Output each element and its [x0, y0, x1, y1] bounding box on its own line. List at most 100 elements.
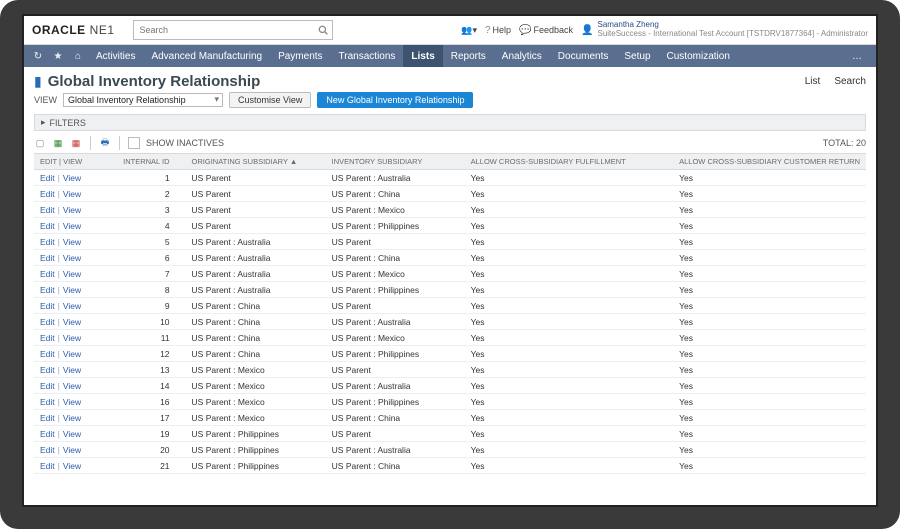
user-block[interactable]: 👤 Samantha Zheng SuiteSuccess - Internat…: [581, 21, 868, 39]
nav-more[interactable]: …: [842, 51, 872, 62]
cell-internal-id: 11: [105, 330, 186, 346]
nav-item-documents[interactable]: Documents: [550, 45, 617, 67]
view-link[interactable]: View: [63, 253, 81, 263]
help-link[interactable]: ?Help: [485, 25, 511, 36]
col-allow-return[interactable]: ALLOW CROSS-SUBSIDIARY CUSTOMER RETURN: [673, 154, 866, 170]
export-csv-icon[interactable]: ▢: [34, 138, 46, 149]
edit-link[interactable]: Edit: [40, 301, 55, 311]
filters-bar[interactable]: ▸ FILTERS: [34, 114, 866, 131]
role-switch-icon[interactable]: 👥▾: [461, 25, 477, 36]
customise-view-button[interactable]: Customise View: [229, 92, 311, 108]
edit-link[interactable]: Edit: [40, 285, 55, 295]
view-link[interactable]: View: [63, 381, 81, 391]
nav-item-lists[interactable]: Lists: [403, 45, 442, 67]
cell-allow-fulfillment: Yes: [465, 266, 674, 282]
history-icon[interactable]: ↻: [28, 51, 48, 62]
edit-link[interactable]: Edit: [40, 205, 55, 215]
table-row: Edit|View7US Parent : AustraliaUS Parent…: [34, 266, 866, 282]
cell-originating-subsidiary: US Parent : China: [186, 298, 326, 314]
view-link[interactable]: View: [63, 413, 81, 423]
edit-link[interactable]: Edit: [40, 189, 55, 199]
nav-item-analytics[interactable]: Analytics: [494, 45, 550, 67]
view-link[interactable]: View: [63, 205, 81, 215]
view-link[interactable]: View: [63, 445, 81, 455]
nav-item-payments[interactable]: Payments: [270, 45, 330, 67]
export-xls-icon[interactable]: ▦: [52, 138, 64, 149]
edit-link[interactable]: Edit: [40, 365, 55, 375]
edit-link[interactable]: Edit: [40, 269, 55, 279]
edit-link[interactable]: Edit: [40, 237, 55, 247]
cell-inventory-subsidiary: US Parent : Philippines: [326, 282, 465, 298]
nav-item-reports[interactable]: Reports: [443, 45, 494, 67]
nav-item-setup[interactable]: Setup: [616, 45, 658, 67]
view-link[interactable]: View: [63, 301, 81, 311]
nav-item-transactions[interactable]: Transactions: [331, 45, 404, 67]
view-link[interactable]: View: [63, 461, 81, 471]
edit-link[interactable]: Edit: [40, 397, 55, 407]
col-allow-fulfillment[interactable]: ALLOW CROSS-SUBSIDIARY FULFILLMENT: [465, 154, 674, 170]
edit-link[interactable]: Edit: [40, 445, 55, 455]
cell-internal-id: 3: [105, 202, 186, 218]
header-link-list[interactable]: List: [805, 76, 821, 87]
feedback-link[interactable]: 💬Feedback: [519, 25, 573, 36]
cell-allow-fulfillment: Yes: [465, 282, 674, 298]
view-link[interactable]: View: [63, 397, 81, 407]
global-search[interactable]: [133, 20, 333, 40]
cell-inventory-subsidiary: US Parent : Mexico: [326, 266, 465, 282]
col-originating-subsidiary[interactable]: ORIGINATING SUBSIDIARY ▲: [186, 154, 326, 170]
edit-link[interactable]: Edit: [40, 221, 55, 231]
edit-link[interactable]: Edit: [40, 317, 55, 327]
nav-item-customization[interactable]: Customization: [659, 45, 738, 67]
view-link[interactable]: View: [63, 429, 81, 439]
cell-internal-id: 4: [105, 218, 186, 234]
edit-link[interactable]: Edit: [40, 333, 55, 343]
header-link-search[interactable]: Search: [834, 76, 866, 87]
view-link[interactable]: View: [63, 237, 81, 247]
view-link[interactable]: View: [63, 189, 81, 199]
view-link[interactable]: View: [63, 365, 81, 375]
col-inventory-subsidiary[interactable]: INVENTORY SUBSIDIARY: [326, 154, 465, 170]
home-icon[interactable]: ⌂: [68, 51, 88, 62]
view-select[interactable]: Global Inventory Relationship: [63, 93, 223, 107]
logo: ORACLE NE1: [32, 23, 115, 37]
cell-inventory-subsidiary: US Parent : Australia: [326, 314, 465, 330]
cell-internal-id: 16: [105, 394, 186, 410]
show-inactives-checkbox[interactable]: [128, 137, 140, 149]
cell-originating-subsidiary: US Parent : Mexico: [186, 362, 326, 378]
view-link[interactable]: View: [63, 333, 81, 343]
view-link[interactable]: View: [63, 317, 81, 327]
cell-originating-subsidiary: US Parent : Philippines: [186, 426, 326, 442]
edit-link[interactable]: Edit: [40, 349, 55, 359]
page-icon: ▮: [34, 73, 42, 90]
search-input[interactable]: [138, 24, 318, 36]
edit-link[interactable]: Edit: [40, 253, 55, 263]
view-link[interactable]: View: [63, 173, 81, 183]
cell-allow-fulfillment: Yes: [465, 170, 674, 186]
col-edit[interactable]: EDIT | VIEW: [34, 154, 105, 170]
cell-allow-fulfillment: Yes: [465, 362, 674, 378]
cell-internal-id: 12: [105, 346, 186, 362]
edit-link[interactable]: Edit: [40, 429, 55, 439]
star-icon[interactable]: ★: [48, 51, 68, 62]
view-link[interactable]: View: [63, 285, 81, 295]
col-internal-id[interactable]: INTERNAL ID: [105, 154, 186, 170]
export-pdf-icon[interactable]: ▦: [70, 138, 82, 149]
cell-allow-fulfillment: Yes: [465, 442, 674, 458]
nav-item-advanced-manufacturing[interactable]: Advanced Manufacturing: [143, 45, 270, 67]
new-record-button[interactable]: New Global Inventory Relationship: [317, 92, 473, 108]
nav-item-activities[interactable]: Activities: [88, 45, 143, 67]
edit-link[interactable]: Edit: [40, 413, 55, 423]
edit-link[interactable]: Edit: [40, 381, 55, 391]
view-link[interactable]: View: [63, 221, 81, 231]
feedback-label: Feedback: [534, 25, 574, 35]
print-icon[interactable]: 🖶: [99, 135, 111, 151]
cell-inventory-subsidiary: US Parent : Mexico: [326, 330, 465, 346]
edit-link[interactable]: Edit: [40, 173, 55, 183]
view-link[interactable]: View: [63, 269, 81, 279]
help-icon: ?: [485, 25, 491, 36]
edit-link[interactable]: Edit: [40, 461, 55, 471]
cell-allow-fulfillment: Yes: [465, 250, 674, 266]
cell-originating-subsidiary: US Parent: [186, 202, 326, 218]
table-row: Edit|View14US Parent : MexicoUS Parent :…: [34, 378, 866, 394]
view-link[interactable]: View: [63, 349, 81, 359]
